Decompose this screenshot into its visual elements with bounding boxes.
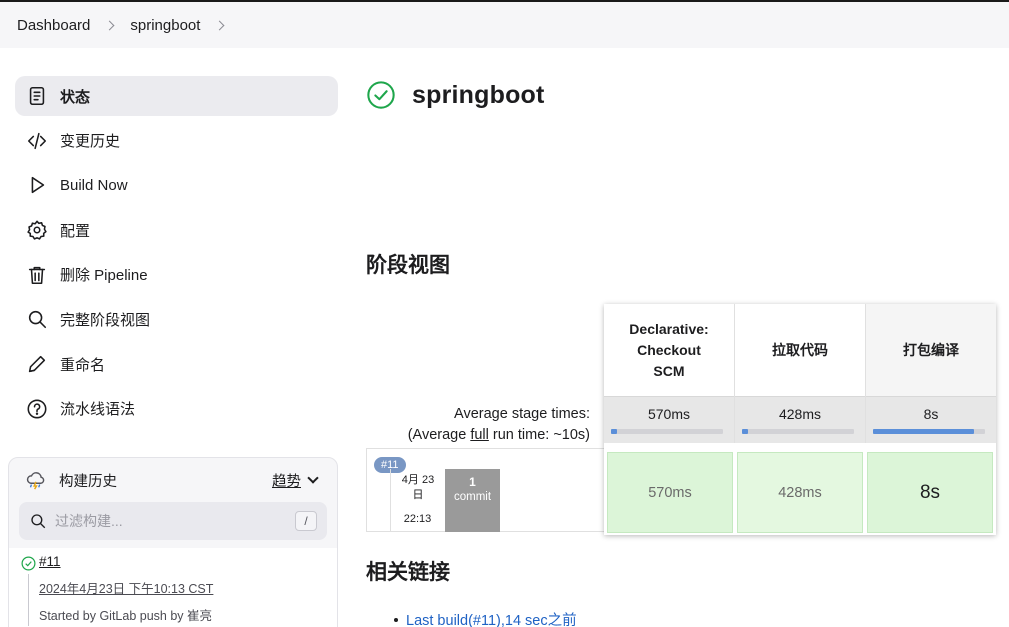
sidebar-item-label: 变更历史 — [60, 133, 121, 151]
build-filter: / — [19, 502, 327, 540]
chevron-right-icon[interactable] — [215, 20, 225, 30]
average-stage-times-label: Average stage times: — [454, 406, 590, 422]
trend-link[interactable]: 趋势 — [272, 470, 301, 491]
sidebar-item-label: 流水线语法 — [60, 401, 136, 419]
build-history-title: 构建历史 — [59, 473, 117, 490]
full-run-link[interactable]: full — [470, 427, 489, 443]
search-icon — [29, 512, 47, 530]
stage-avg-build: 8s — [866, 396, 996, 443]
stage-avg-checkout: 570ms — [604, 396, 734, 443]
build-cause: Started by GitLab push by 崔亮 — [39, 609, 213, 623]
average-run-time: (Average full run time: ~10s) — [407, 427, 590, 443]
chevron-down-icon[interactable] — [307, 472, 319, 484]
help-circle-icon — [25, 397, 49, 421]
build-history-panel: 构建历史 趋势 / #11 2024年4月23日 下午10:13 CST Sta… — [8, 457, 338, 627]
document-icon — [25, 84, 49, 108]
stage-view-table: Declarative: Checkout SCM 拉取代码 打包编译 570m… — [604, 304, 996, 535]
sidebar-item-changes[interactable]: 变更历史 — [15, 121, 338, 161]
stage-view-heading: 阶段视图 — [366, 254, 450, 277]
trash-icon — [25, 263, 49, 287]
chevron-right-icon — [104, 20, 115, 30]
sidebar: 状态 变更历史 Build Now 配置 删除 Pipeline 完整阶段视图 — [15, 76, 338, 434]
related-links-heading: 相关链接 — [366, 561, 450, 584]
pencil-icon — [25, 352, 49, 376]
success-status-icon — [366, 80, 396, 110]
build-date-link[interactable]: 2024年4月23日 下午10:13 CST — [39, 578, 239, 597]
stage-header-pull-code: 拉取代码 — [772, 341, 828, 358]
stage-cell-checkout[interactable]: 570ms — [607, 452, 733, 533]
stage-build-row: #11 4月 23 日 22:13 1 commit — [366, 448, 604, 532]
play-icon — [25, 173, 49, 197]
commit-count-box[interactable]: 1 commit — [445, 469, 500, 532]
sidebar-item-build-now[interactable]: Build Now — [15, 165, 338, 205]
build-list: #11 2024年4月23日 下午10:13 CST Started by Gi… — [9, 548, 337, 627]
sidebar-item-full-stage-view[interactable]: 完整阶段视图 — [15, 299, 338, 339]
sidebar-item-configure[interactable]: 配置 — [15, 210, 338, 250]
avg-progress-bar — [611, 429, 723, 434]
sidebar-item-label: 重命名 — [60, 356, 106, 374]
sidebar-item-delete[interactable]: 删除 Pipeline — [15, 255, 338, 295]
last-build-link[interactable]: Last build(#11),14 sec之前 — [406, 609, 577, 627]
build-filter-input[interactable] — [55, 513, 295, 529]
avg-progress-bar — [742, 429, 854, 434]
stage-avg-pull-code: 428ms — [735, 396, 865, 443]
page-header: springboot — [366, 80, 545, 110]
sidebar-item-pipeline-syntax[interactable]: 流水线语法 — [15, 389, 338, 429]
success-check-icon — [21, 556, 36, 571]
build-history-header: 构建历史 趋势 — [9, 458, 337, 502]
build-number-link[interactable]: #11 — [39, 554, 61, 569]
weather-storm-icon — [25, 469, 47, 491]
page-title: springboot — [412, 80, 545, 109]
bullet — [394, 617, 398, 622]
stage-header-build: 打包编译 — [866, 304, 996, 396]
commit-label: commit — [453, 491, 492, 503]
stage-header-checkout: Declarative: Checkout SCM — [629, 320, 709, 379]
sidebar-item-label: 配置 — [60, 222, 91, 240]
sidebar-item-status[interactable]: 状态 — [15, 76, 338, 116]
timeline-line — [28, 574, 29, 626]
sidebar-item-label: 删除 Pipeline — [60, 267, 148, 285]
code-icon — [25, 129, 49, 153]
commit-count: 1 — [469, 475, 476, 489]
breadcrumb-dashboard[interactable]: Dashboard — [17, 17, 90, 34]
average-stage-times: Average stage times: (Average full run t… — [408, 404, 590, 446]
build-time: 22:13 — [403, 513, 432, 525]
search-icon — [25, 307, 49, 331]
sidebar-item-label: Build Now — [60, 176, 128, 194]
gear-icon — [25, 218, 49, 242]
sidebar-item-rename[interactable]: 重命名 — [15, 344, 338, 384]
related-links-list: Last build(#11),14 sec之前 — [394, 609, 577, 627]
sidebar-item-label: 完整阶段视图 — [60, 311, 151, 329]
breadcrumb: Dashboard springboot — [0, 2, 1009, 48]
avg-progress-bar — [873, 429, 985, 434]
stage-cell-pull-code[interactable]: 428ms — [737, 452, 863, 533]
stage-cell-build[interactable]: 8s — [867, 452, 993, 533]
sidebar-item-label: 状态 — [60, 88, 91, 106]
keyboard-shortcut-hint: / — [295, 511, 317, 531]
list-item: Last build(#11),14 sec之前 — [394, 609, 577, 627]
breadcrumb-springboot[interactable]: springboot — [130, 17, 200, 34]
